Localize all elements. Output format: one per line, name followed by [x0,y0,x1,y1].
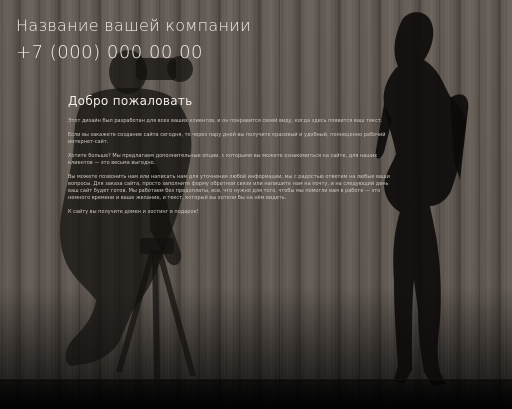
options-paragraph: Хотите больше? Мы предлагаем дополнитель… [68,153,378,166]
contact-paragraph: Вы можете позвонить нам или написать нам… [68,174,390,201]
main-content: Добро пожаловать Этот дизайн был разрабо… [68,94,400,223]
intro-paragraph: Этот дизайн был разработан для всех ваши… [68,118,383,124]
page-background: Название вашей компании +7 (000) 000 00 … [0,0,512,409]
order-paragraph: Если вы закажете создание сайта сегодня,… [68,132,386,145]
company-name: Название вашей компании [16,16,251,35]
bonus-paragraph: К сайту вы получите домен и хостинг в по… [68,209,199,215]
page-title: Добро пожаловать [68,94,193,108]
company-phone: +7 (000) 000 00 00 [16,42,203,63]
floor-shadow [0,380,512,409]
